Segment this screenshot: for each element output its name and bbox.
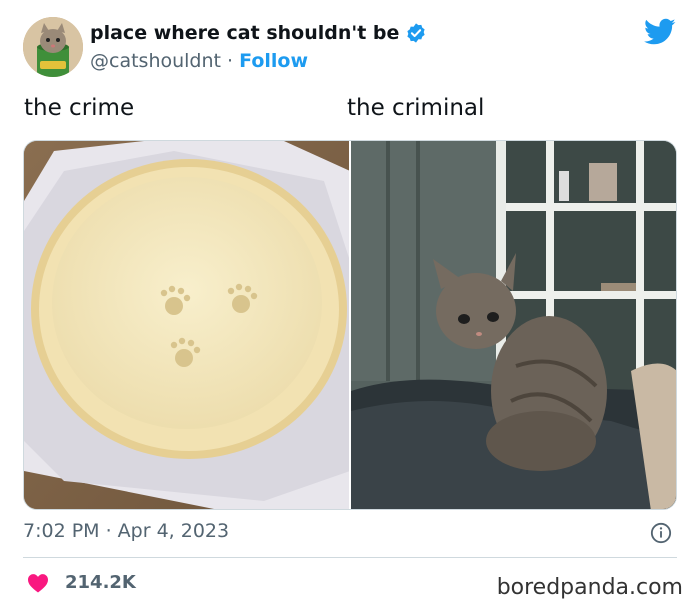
separator: · (227, 50, 234, 72)
handle[interactable]: @catshouldnt (90, 50, 221, 72)
verified-badge-icon (407, 23, 425, 43)
display-name[interactable]: place where cat shouldn't be (90, 22, 399, 44)
display-name-row[interactable]: place where cat shouldn't be (90, 22, 427, 44)
handle-row: @catshouldnt · Follow (90, 50, 308, 72)
watermark: boredpanda.com (496, 575, 683, 600)
caption-right: the criminal (347, 95, 485, 121)
like-row[interactable]: 214.2K (27, 572, 136, 593)
follow-button[interactable]: Follow (239, 50, 308, 72)
pie-crust-photo[interactable] (24, 141, 349, 509)
like-count: 214.2K (65, 572, 136, 593)
caption-left: the crime (24, 95, 135, 121)
divider (23, 557, 677, 558)
kitten-image (351, 141, 676, 509)
avatar-image (23, 17, 83, 77)
avatar[interactable] (23, 17, 83, 77)
heart-icon[interactable] (27, 573, 49, 593)
tweet-media[interactable] (23, 140, 677, 510)
pie-crust-image (24, 141, 349, 509)
kitten-photo[interactable] (351, 141, 676, 509)
info-icon[interactable] (650, 522, 672, 544)
twitter-bird-icon[interactable] (644, 18, 676, 46)
tweet-timestamp[interactable]: 7:02 PM · Apr 4, 2023 (23, 520, 229, 542)
